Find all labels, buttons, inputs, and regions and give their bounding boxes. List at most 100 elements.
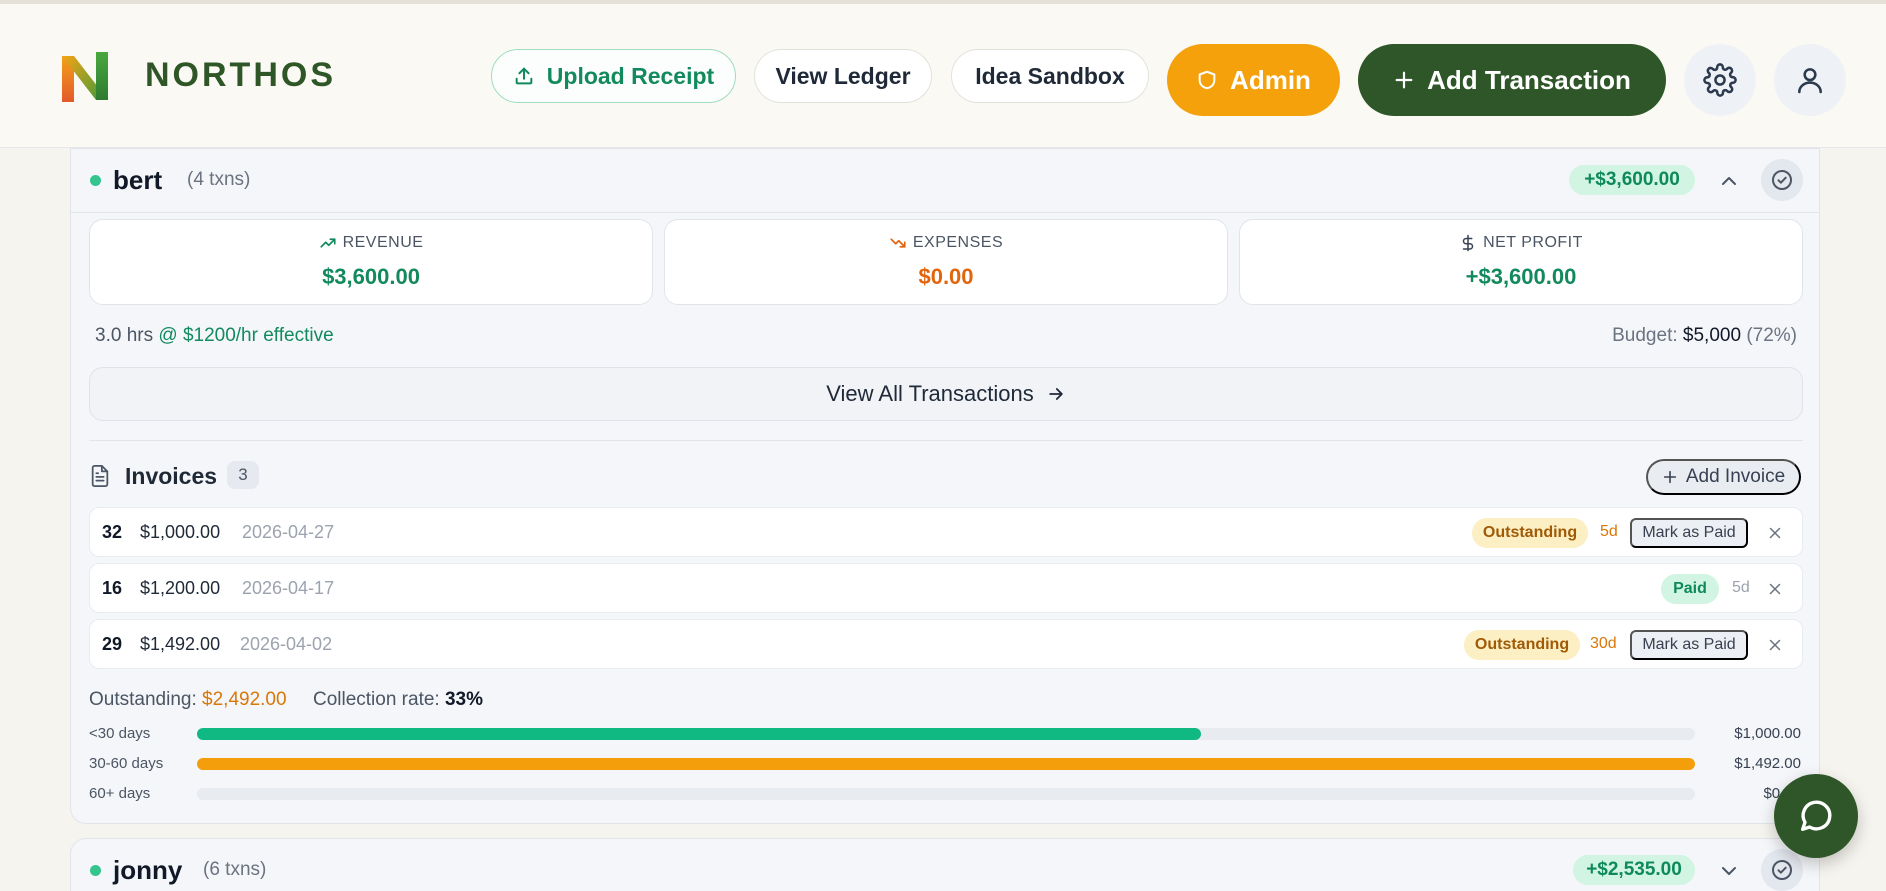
budget-value: $5,000	[1682, 325, 1742, 346]
status-dot	[90, 865, 101, 876]
status-badge: Outstanding	[1472, 518, 1588, 548]
divider	[71, 212, 1819, 213]
expenses-label-row: EXPENSES	[665, 234, 1227, 252]
add-transaction-label: Add Transaction	[1427, 64, 1631, 95]
invoice-amount: $1,200.00	[140, 578, 221, 598]
client-total-badge: +$2,535.00	[1573, 855, 1695, 885]
add-transaction-button[interactable]: Add Transaction	[1358, 44, 1666, 116]
revenue-value: $3,600.00	[322, 264, 420, 289]
invoice-date: 2026-04-17	[242, 578, 335, 598]
invoice-age: 5d	[1600, 523, 1618, 540]
northos-logo	[62, 52, 108, 102]
settings-button[interactable]	[1684, 44, 1756, 116]
aging-bar	[197, 728, 1201, 740]
outstanding-label: Outstanding:	[89, 689, 197, 710]
profit-label: NET PROFIT	[1483, 234, 1583, 251]
txn-count: (4 txns)	[187, 169, 251, 190]
check-circle-icon	[1772, 170, 1792, 190]
outstanding-value: $2,492.00	[202, 689, 287, 710]
revenue-label-row: REVENUE	[90, 234, 652, 252]
document-icon	[91, 465, 109, 487]
status-badge: Paid	[1661, 574, 1719, 604]
expenses-value: $0.00	[918, 264, 974, 289]
divider	[89, 440, 1803, 441]
profit-label-row: NET PROFIT	[1240, 234, 1802, 252]
invoice-row[interactable]: 32 $1,000.00 2026-04-27 Outstanding 5d M…	[89, 507, 1803, 557]
collection-rate-value: 33%	[444, 689, 484, 710]
invoice-age: 30d	[1590, 635, 1617, 652]
admin-label: Admin	[1230, 64, 1311, 95]
add-invoice-button[interactable]: Add Invoice	[1646, 459, 1801, 495]
upload-icon	[515, 67, 533, 85]
aging-track	[197, 758, 1695, 770]
chevron-up-icon[interactable]	[1717, 169, 1741, 193]
invoice-number: 16	[102, 578, 123, 598]
budget-pct: (72%)	[1746, 325, 1797, 346]
client-name[interactable]: bert	[113, 165, 162, 196]
hours-value: 3.0 hrs	[95, 325, 154, 346]
chevron-down-icon[interactable]	[1717, 859, 1741, 883]
admin-button[interactable]: Admin	[1167, 44, 1340, 116]
aging-amount: $1,492.00	[1734, 755, 1801, 772]
mark-as-paid-button[interactable]: Mark as Paid	[1630, 518, 1748, 548]
profile-button[interactable]	[1774, 44, 1846, 116]
effective-rate: @ $1200/hr effective	[158, 325, 334, 346]
client-total-badge: +$3,600.00	[1569, 165, 1695, 195]
dollar-icon	[1462, 234, 1474, 252]
view-ledger-button[interactable]: View Ledger	[754, 49, 932, 103]
budget-summary: Budget: $5,000 (72%)	[1612, 325, 1797, 347]
add-invoice-label: Add Invoice	[1685, 466, 1786, 487]
expenses-card: EXPENSES $0.00	[664, 219, 1228, 305]
view-all-transactions-button[interactable]: View All Transactions	[89, 367, 1803, 421]
aging-label: 30-60 days	[89, 755, 164, 772]
chat-button[interactable]	[1774, 774, 1858, 858]
aging-label: <30 days	[89, 725, 151, 742]
aging-track	[197, 788, 1695, 800]
aging-track	[197, 728, 1695, 740]
plus-icon	[1395, 71, 1413, 89]
plus-icon	[1663, 470, 1676, 484]
arrow-right-icon	[1048, 388, 1063, 400]
collection-summary: Outstanding: $2,492.00 Collection rate: …	[89, 689, 483, 711]
check-circle-icon	[1772, 860, 1792, 880]
invoice-row[interactable]: 29 $1,492.00 2026-04-02 Outstanding 30d …	[89, 619, 1803, 669]
mark-as-paid-button[interactable]: Mark as Paid	[1630, 630, 1748, 660]
mark-complete-button[interactable]	[1761, 849, 1803, 891]
client-card-jonny: jonny (6 txns) +$2,535.00	[70, 838, 1820, 891]
invoice-count-badge: 3	[227, 461, 259, 489]
collection-rate-label: Collection rate:	[312, 689, 440, 710]
profit-value: +$3,600.00	[1465, 264, 1577, 289]
chat-icon	[1801, 800, 1832, 831]
client-card-bert: bert (4 txns) +$3,600.00 REVENUE $3,600.…	[70, 148, 1820, 824]
aging-amount: $1,000.00	[1734, 725, 1801, 742]
upload-receipt-label: Upload Receipt	[546, 62, 715, 89]
brand-name: NORTHOS	[145, 56, 336, 94]
invoice-number: 32	[102, 522, 123, 542]
gear-icon	[1703, 63, 1737, 97]
invoice-date: 2026-04-02	[240, 634, 333, 654]
revenue-label: REVENUE	[342, 234, 424, 251]
app-header: NORTHOS Upload Receipt View Ledger Idea …	[0, 4, 1886, 148]
aging-label: 60+ days	[89, 785, 151, 802]
mark-complete-button[interactable]	[1761, 159, 1803, 201]
txn-count: (6 txns)	[203, 859, 267, 880]
expenses-label: EXPENSES	[912, 234, 1004, 251]
invoice-date: 2026-04-27	[242, 522, 335, 542]
status-dot	[90, 175, 101, 186]
idea-sandbox-button[interactable]: Idea Sandbox	[951, 49, 1149, 103]
invoice-amount: $1,492.00	[140, 634, 221, 654]
shield-icon	[1198, 70, 1216, 90]
aging-bar	[197, 758, 1695, 770]
close-icon[interactable]	[1766, 524, 1784, 542]
trending-down-icon	[890, 238, 906, 248]
invoice-row[interactable]: 16 $1,200.00 2026-04-17 Paid 5d	[89, 563, 1803, 613]
close-icon[interactable]	[1766, 636, 1784, 654]
invoice-age: 5d	[1732, 579, 1750, 596]
revenue-card: REVENUE $3,600.00	[89, 219, 653, 305]
invoice-number: 29	[102, 634, 123, 654]
net-profit-card: NET PROFIT +$3,600.00	[1239, 219, 1803, 305]
close-icon[interactable]	[1766, 580, 1784, 598]
client-name[interactable]: jonny	[113, 855, 182, 886]
upload-receipt-button[interactable]: Upload Receipt	[491, 49, 736, 103]
invoices-title: Invoices	[125, 463, 218, 489]
